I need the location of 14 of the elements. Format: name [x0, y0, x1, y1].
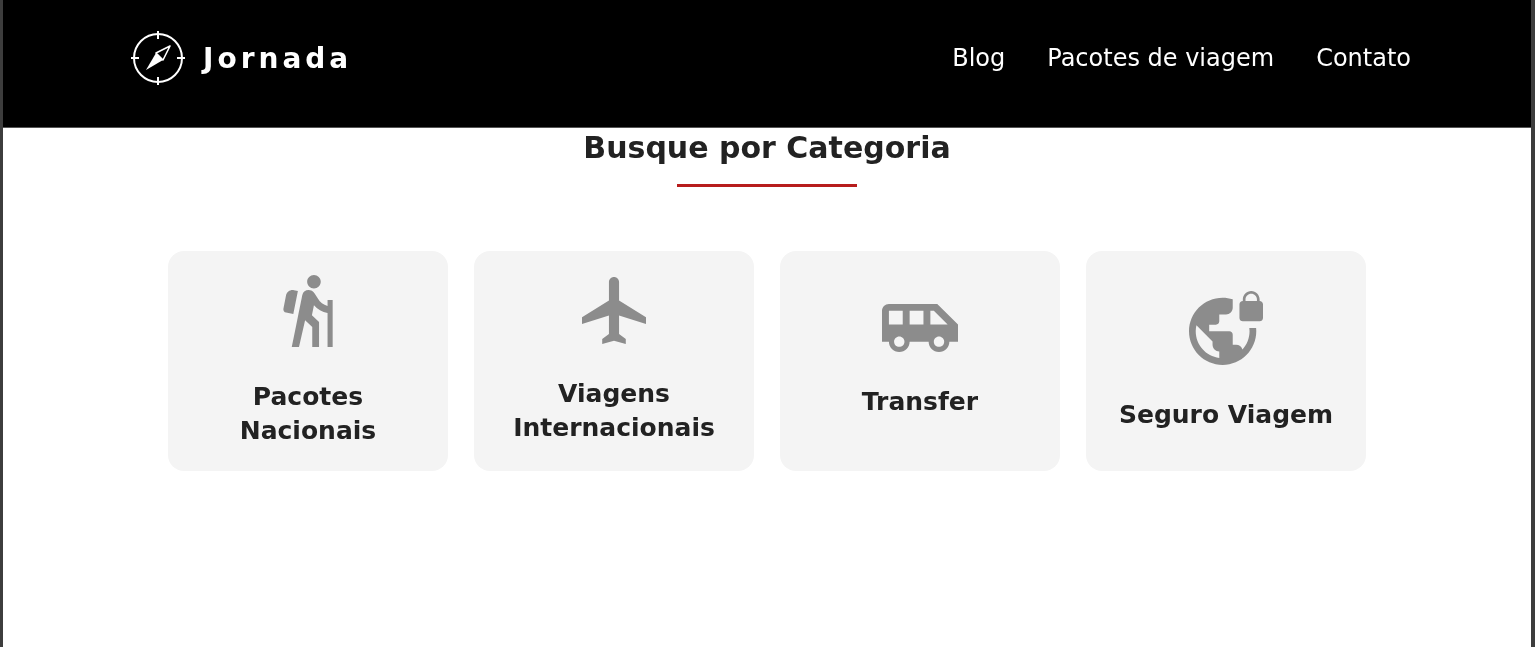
- van-icon: [882, 303, 958, 352]
- airplane-icon: [582, 277, 646, 344]
- compass-icon: [130, 30, 186, 86]
- nav-link[interactable]: Blog: [952, 44, 1006, 72]
- section-heading: Busque por Categoria: [583, 129, 951, 167]
- nav-link[interactable]: Contato: [1316, 44, 1411, 72]
- category-card[interactable]: Transfer: [780, 251, 1060, 471]
- category-card[interactable]: Seguro Viagem: [1086, 251, 1366, 471]
- brand-name: Jornada: [203, 41, 353, 75]
- globe-lock-icon: [1189, 290, 1263, 365]
- category-card[interactable]: Pacotes Nacionais: [168, 251, 448, 471]
- nav-link[interactable]: Pacotes de viagem: [1047, 44, 1275, 72]
- hiker-icon: [283, 274, 333, 347]
- category-card[interactable]: Viagens Internacionais: [474, 251, 754, 471]
